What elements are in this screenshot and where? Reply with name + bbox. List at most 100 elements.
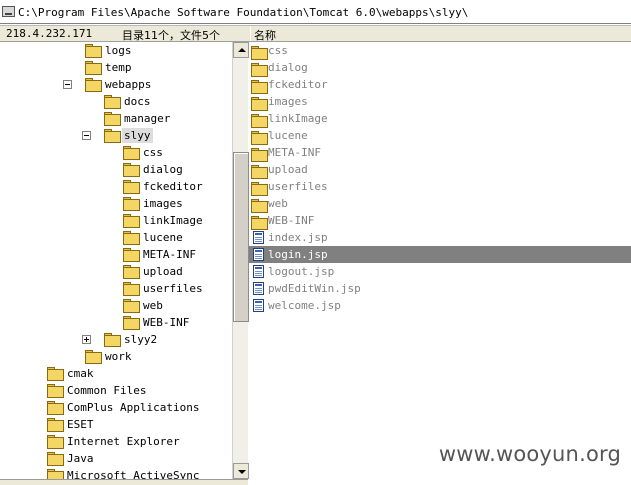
file-list-item[interactable]: pwdEditWin.jsp <box>249 280 631 297</box>
tree-node-label: Java <box>67 452 94 465</box>
folder-icon <box>123 231 140 245</box>
tree-node-label: userfiles <box>143 282 203 295</box>
scroll-up-button[interactable] <box>233 42 249 58</box>
folder-list-item[interactable]: web <box>249 195 631 213</box>
tree-node[interactable]: META-INF <box>101 246 232 263</box>
jsp-file-icon <box>253 299 264 312</box>
file-name: linkImage <box>268 112 328 125</box>
tree-node[interactable]: WEB-INF <box>101 314 232 331</box>
file-list-item[interactable]: welcome.jsp <box>249 297 631 314</box>
folder-icon <box>47 401 64 415</box>
folder-icon <box>104 333 121 347</box>
folder-list-item[interactable]: dialog <box>249 59 631 77</box>
tree-node[interactable]: linkImage <box>101 212 232 229</box>
tree-node[interactable]: Java <box>25 450 232 467</box>
tree-node-label: work <box>105 350 132 363</box>
tree-node[interactable]: webapps <box>63 76 232 93</box>
collapse-icon[interactable] <box>63 80 72 89</box>
folder-icon <box>123 146 140 160</box>
tree-node[interactable]: temp <box>63 59 232 76</box>
tree-node[interactable]: slyy2 <box>82 331 232 348</box>
tree-node-label: fckeditor <box>143 180 203 193</box>
folder-icon <box>251 199 268 213</box>
tree-node[interactable]: web <box>101 297 232 314</box>
tree-node-label: dialog <box>143 163 183 176</box>
tree-node[interactable]: ComPlus Applications <box>25 399 232 416</box>
tree-node[interactable]: upload <box>101 263 232 280</box>
folder-icon <box>47 469 64 479</box>
file-name: images <box>268 95 308 108</box>
folder-icon <box>85 78 102 92</box>
folder-icon <box>251 63 268 77</box>
folder-icon <box>123 197 140 211</box>
folder-list-item[interactable]: WEB-INF <box>249 212 631 230</box>
path-text[interactable]: C:\Program Files\Apache Software Foundat… <box>18 6 468 19</box>
folder-icon <box>251 182 268 196</box>
tree-horizontal-scrollbar[interactable] <box>0 479 248 485</box>
folder-list-item[interactable]: META-INF <box>249 144 631 162</box>
tree-node-label: cmak <box>67 367 94 380</box>
scroll-down-button[interactable] <box>233 463 249 479</box>
path-bar-divider <box>0 23 631 24</box>
folder-tree[interactable]: logs temp webapps docs manager slyy css dialog f… <box>0 42 232 479</box>
tree-node[interactable]: Common Files <box>25 382 232 399</box>
folder-icon <box>47 367 64 381</box>
folder-icon <box>47 452 64 466</box>
tree-node[interactable]: slyy <box>82 127 232 144</box>
folder-icon <box>251 46 268 60</box>
folder-icon <box>85 61 102 75</box>
folder-list-item[interactable]: fckeditor <box>249 76 631 94</box>
folder-list-item[interactable]: userfiles <box>249 178 631 196</box>
file-name: WEB-INF <box>268 214 315 227</box>
tree-node[interactable]: cmak <box>25 365 232 382</box>
file-list-item[interactable]: logout.jsp <box>249 263 631 280</box>
file-name: web <box>268 197 288 210</box>
tree-node[interactable]: Internet Explorer <box>25 433 232 450</box>
expand-icon[interactable] <box>82 335 91 344</box>
folder-icon <box>251 216 268 230</box>
watermark: www.wooyun.org <box>438 442 621 466</box>
folder-icon <box>47 384 64 398</box>
tree-node[interactable]: work <box>63 348 232 365</box>
folder-list-item[interactable]: lucene <box>249 127 631 145</box>
tree-node[interactable]: dialog <box>101 161 232 178</box>
tree-node-label: temp <box>105 61 132 74</box>
tree-node[interactable]: logs <box>63 42 232 59</box>
file-list-item[interactable]: login.jsp <box>249 246 631 263</box>
folder-icon <box>47 418 64 432</box>
scroll-thumb[interactable] <box>233 152 249 322</box>
server-ip: 218.4.232.171 <box>6 27 93 40</box>
tree-node[interactable]: manager <box>82 110 232 127</box>
tree-node[interactable]: docs <box>82 93 232 110</box>
folder-list-item[interactable]: css <box>249 42 631 60</box>
folder-icon <box>104 95 121 109</box>
tree-node-label: slyy2 <box>124 333 158 346</box>
folder-list-item[interactable]: upload <box>249 161 631 179</box>
path-bar[interactable]: C:\Program Files\Apache Software Foundat… <box>0 0 631 26</box>
column-header-name[interactable]: 名称 <box>250 26 631 42</box>
file-name: welcome.jsp <box>268 299 341 312</box>
tree-node[interactable]: images <box>101 195 232 212</box>
jsp-file-icon <box>253 282 264 295</box>
tree-node[interactable]: css <box>101 144 232 161</box>
file-list-item[interactable]: index.jsp <box>249 229 631 246</box>
collapse-icon[interactable] <box>82 131 91 140</box>
tree-node[interactable]: ESET <box>25 416 232 433</box>
tree-node-label: WEB-INF <box>143 316 190 329</box>
tree-vertical-scrollbar[interactable] <box>232 42 249 479</box>
file-name: dialog <box>268 61 308 74</box>
jsp-file-icon <box>253 265 264 278</box>
folder-icon <box>123 248 140 262</box>
tree-node-label: slyy <box>122 128 153 143</box>
folder-list-item[interactable]: images <box>249 93 631 111</box>
file-list[interactable]: css dialog fckeditor images linkImage lucene M… <box>249 42 631 485</box>
tree-node-label: lucene <box>143 231 183 244</box>
tree-node[interactable]: Microsoft ActiveSync <box>25 467 232 479</box>
tree-node[interactable]: fckeditor <box>101 178 232 195</box>
tree-node[interactable]: userfiles <box>101 280 232 297</box>
tree-node-label: ComPlus Applications <box>67 401 200 414</box>
tree-node-label: Internet Explorer <box>67 435 180 448</box>
file-name: logout.jsp <box>268 265 335 278</box>
tree-node[interactable]: lucene <box>101 229 232 246</box>
folder-list-item[interactable]: linkImage <box>249 110 631 128</box>
